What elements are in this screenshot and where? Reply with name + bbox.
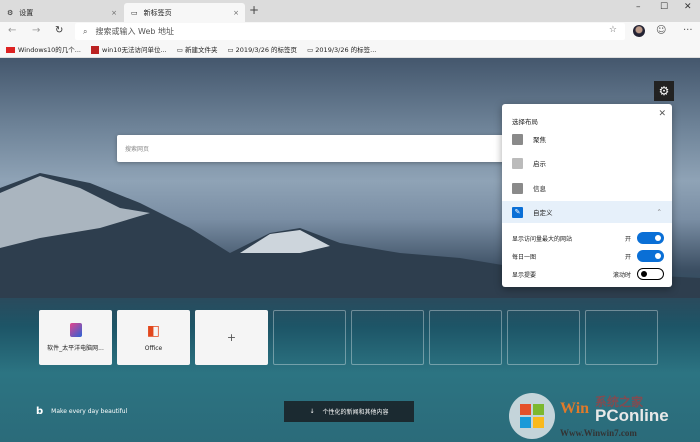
feedback-smiley-icon[interactable]: ☺ xyxy=(656,25,666,36)
chevron-up-icon[interactable]: ⌃ xyxy=(657,208,662,216)
minimize-button[interactable]: – xyxy=(636,2,641,12)
empty-tile xyxy=(507,310,580,365)
bookmark-folder[interactable]: ▭ 2019/3/26 的标签... xyxy=(307,44,376,54)
background-image: 搜索网页 ⚙ ✕ 选择布局 聚焦 启示 信息 ✎ 自定义 ⌃ 显示访问量最大的网站开… xyxy=(0,58,700,442)
more-menu-button[interactable]: ··· xyxy=(683,25,693,36)
setting-top-sites: 显示访问量最大的网站开 xyxy=(512,231,664,245)
svg-text:Www.Winwin7.com: Www.Winwin7.com xyxy=(560,428,637,438)
site-icon xyxy=(6,47,15,53)
favorite-star-icon[interactable]: ☆ xyxy=(609,25,617,35)
tab-bar: ⚙ 设置 × ▭ 新标签页 × + – ☐ ✕ xyxy=(0,0,700,22)
watermark-logo: Win PConline 系统之家 Www.Winwin7.com xyxy=(509,393,669,439)
bookmark-item[interactable]: win10无法访问单位... xyxy=(91,44,167,54)
setting-show-feed: 显示提要 滚动时 xyxy=(512,267,664,281)
svg-text:系统之家: 系统之家 xyxy=(595,394,644,409)
empty-tile xyxy=(585,310,658,365)
news-feed-button[interactable]: ↓ 个性化的新闻和其他内容 xyxy=(284,401,414,422)
empty-tile xyxy=(273,310,346,365)
new-tab-button[interactable]: + xyxy=(249,3,259,17)
navigation-bar: ← → ↻ ⌕ 搜索或输入 Web 地址 ☆ ☺ ··· xyxy=(0,22,700,41)
site-icon xyxy=(69,323,82,337)
tab-settings[interactable]: ⚙ 设置 × xyxy=(0,3,123,22)
site-icon xyxy=(91,46,99,54)
address-bar[interactable]: ⌕ 搜索或输入 Web 地址 ☆ xyxy=(75,23,625,40)
bing-logo-icon: b xyxy=(36,406,44,417)
profile-avatar[interactable] xyxy=(633,25,645,37)
bookmark-folder[interactable]: ▭ 新建文件夹 xyxy=(177,44,218,54)
layout-panel: ✕ 选择布局 聚焦 启示 信息 ✎ 自定义 ⌃ 显示访问量最大的网站开 每日一图开 … xyxy=(502,104,672,287)
back-button[interactable]: ← xyxy=(8,25,16,36)
top-site-tile[interactable]: ◧ Office xyxy=(117,310,190,365)
pencil-icon: ✎ xyxy=(512,206,523,218)
bing-branding[interactable]: b Make every day beautiful xyxy=(36,406,127,417)
layout-option-custom[interactable]: ✎ 自定义 ⌃ xyxy=(502,201,672,223)
empty-tile xyxy=(429,310,502,365)
refresh-button[interactable]: ↻ xyxy=(55,25,63,36)
gear-icon: ⚙ xyxy=(7,8,14,17)
layout-option-focused[interactable]: 聚焦 xyxy=(502,128,672,150)
tab-new-tab[interactable]: ▭ 新标签页 × xyxy=(124,3,245,22)
focused-layout-icon xyxy=(512,133,523,145)
svg-text:Win: Win xyxy=(560,400,589,417)
top-site-tile[interactable]: 软件_太平洋电脑网... xyxy=(39,310,112,365)
image-layout-icon xyxy=(512,157,523,169)
close-icon[interactable]: ✕ xyxy=(658,109,666,119)
add-site-tile[interactable]: + xyxy=(195,310,268,365)
setting-daily-image: 每日一图开 xyxy=(512,249,664,263)
folder-icon: ▭ xyxy=(227,46,236,54)
close-tab-icon[interactable]: × xyxy=(233,9,239,17)
forward-button[interactable]: → xyxy=(32,25,40,36)
top-sites-toggle[interactable] xyxy=(637,232,664,244)
maximize-button[interactable]: ☐ xyxy=(660,2,668,12)
close-window-button[interactable]: ✕ xyxy=(684,2,692,12)
arrow-down-icon: ↓ xyxy=(309,408,315,415)
office-icon: ◧ xyxy=(146,323,161,339)
search-input[interactable]: 搜索网页 xyxy=(117,135,517,162)
page-settings-button[interactable]: ⚙ xyxy=(654,81,674,101)
folder-icon: ▭ xyxy=(176,46,185,54)
panel-title: 选择布局 xyxy=(512,118,538,126)
bookmark-item[interactable]: Windows10的几个... xyxy=(6,44,81,54)
bookmarks-bar: Windows10的几个... win10无法访问单位... ▭ 新建文件夹 ▭… xyxy=(0,41,700,58)
info-layout-icon xyxy=(512,182,523,194)
layout-option-informational[interactable]: 信息 xyxy=(502,177,672,199)
layout-option-inspirational[interactable]: 启示 xyxy=(502,152,672,174)
daily-image-toggle[interactable] xyxy=(637,250,664,262)
search-icon: ⌕ xyxy=(83,26,88,36)
show-feed-toggle[interactable] xyxy=(637,268,664,280)
empty-tile xyxy=(351,310,424,365)
close-tab-icon[interactable]: × xyxy=(111,9,117,17)
bookmark-folder[interactable]: ▭ 2019/3/26 的标签页 xyxy=(227,44,297,54)
newtab-icon: ▭ xyxy=(131,8,138,17)
